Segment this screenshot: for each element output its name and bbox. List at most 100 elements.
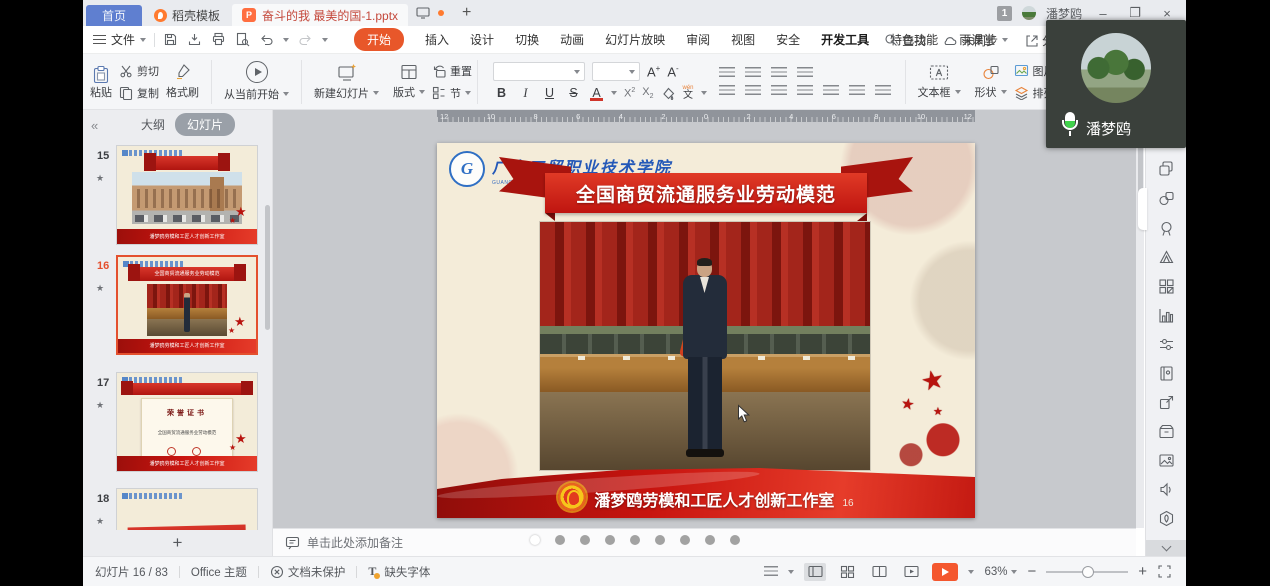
menu-insert[interactable]: 插入: [425, 31, 449, 48]
thumbnail-scrollbar[interactable]: [265, 205, 270, 330]
italic-button[interactable]: I: [517, 86, 534, 101]
thumbnail-slide-15[interactable]: 15 ★ 潘梦鸥劳模和工匠人才创新工作室 ★★: [83, 145, 272, 247]
save-icon[interactable]: [163, 32, 178, 47]
dot-active[interactable]: [530, 535, 540, 545]
thumbnail-slide-16[interactable]: 16 ★ 全国商贸流通服务业劳动模范 潘梦鸥劳模和: [83, 255, 272, 361]
slideshow-play-button[interactable]: [932, 563, 958, 581]
subscript-button[interactable]: X2: [642, 86, 653, 100]
text-direction-button[interactable]: [771, 67, 787, 78]
copy-button[interactable]: 复制: [119, 85, 159, 101]
strikethrough-button[interactable]: S: [565, 86, 582, 100]
slide-16[interactable]: G 广东工贸职业技术学院 GUANGDONG POLYTECHNIC OF IN…: [437, 143, 975, 518]
play-from-current-button[interactable]: 从当前开始: [217, 61, 296, 102]
bold-button[interactable]: B: [493, 86, 510, 100]
textbox-button[interactable]: 文本框: [911, 64, 968, 100]
theme-name[interactable]: Office 主题: [191, 564, 247, 580]
resource-box-icon[interactable]: [1158, 423, 1175, 440]
smart-beautify-icon[interactable]: [1158, 249, 1175, 266]
zoom-slider-knob[interactable]: [1082, 566, 1094, 578]
panel-handle[interactable]: [1138, 188, 1147, 230]
notes-toggle-button[interactable]: [764, 566, 778, 577]
user-avatar[interactable]: [1022, 6, 1036, 20]
clear-format-icon[interactable]: [661, 87, 676, 100]
layout-button[interactable]: 版式: [386, 63, 432, 100]
grid-icon[interactable]: [1158, 278, 1175, 295]
menu-home[interactable]: 开始: [354, 28, 404, 51]
settings-icon[interactable]: [1158, 336, 1175, 353]
zoom-slider[interactable]: [1046, 565, 1128, 579]
font-size-select[interactable]: [592, 62, 640, 81]
normal-view-button[interactable]: [804, 563, 826, 581]
copy-style-icon[interactable]: [1158, 160, 1175, 177]
align-center-button[interactable]: [745, 85, 761, 96]
print-preview-icon[interactable]: [235, 32, 250, 47]
collapse-chevron-icon[interactable]: [1146, 540, 1186, 556]
font-color-dropdown-icon[interactable]: [611, 91, 617, 95]
protection-status[interactable]: 文档未保护: [270, 564, 346, 580]
tab-slides[interactable]: 幻灯片: [175, 113, 235, 136]
align-left-button[interactable]: [719, 85, 735, 96]
cut-button[interactable]: 剪切: [119, 63, 159, 79]
increase-indent-button[interactable]: [745, 67, 761, 78]
screen-share-icon[interactable]: [416, 7, 430, 19]
paste-button[interactable]: 粘贴: [83, 65, 119, 99]
tab-document[interactable]: P 奋斗的我 最美的国-1.pptx: [232, 4, 408, 26]
missing-font-warning[interactable]: T 缺失字体: [368, 564, 430, 580]
print-icon[interactable]: [211, 32, 226, 47]
sound-icon[interactable]: [1158, 481, 1175, 498]
menu-security[interactable]: 安全: [776, 31, 800, 48]
file-menu[interactable]: 文件: [93, 31, 146, 48]
menu-design[interactable]: 设计: [470, 31, 494, 48]
tab-docer-templates[interactable]: 稻壳模板: [142, 5, 232, 26]
font-color-button[interactable]: A: [589, 86, 604, 100]
new-tab-button[interactable]: +: [462, 4, 471, 22]
menu-review[interactable]: 审阅: [686, 31, 710, 48]
find-button[interactable]: 查找: [884, 32, 926, 49]
redo-icon[interactable]: [298, 33, 313, 46]
close-button[interactable]: ×: [1156, 6, 1178, 21]
new-slide-button[interactable]: 新建幻灯片: [307, 63, 386, 101]
presenter-view-button[interactable]: [900, 563, 922, 581]
shapes-icon[interactable]: [1158, 190, 1175, 207]
album-icon[interactable]: [1158, 365, 1175, 382]
increase-font-button[interactable]: A+: [647, 64, 660, 79]
reset-button[interactable]: 重置: [432, 63, 472, 79]
doc-count-badge[interactable]: 1: [997, 6, 1012, 21]
menu-developer[interactable]: 开发工具: [821, 31, 869, 48]
leaf-icon[interactable]: [1158, 510, 1175, 527]
menu-animations[interactable]: 动画: [560, 31, 584, 48]
fit-screen-icon[interactable]: [1157, 564, 1172, 579]
decrease-indent-button[interactable]: [719, 67, 735, 78]
format-painter-button[interactable]: 格式刷: [159, 63, 206, 100]
distribute-button[interactable]: [823, 85, 839, 96]
zoom-level[interactable]: 63%: [984, 566, 1017, 578]
tab-home[interactable]: 首页: [86, 5, 142, 26]
add-slide-button[interactable]: +: [83, 530, 272, 556]
slide-sorter-view-button[interactable]: [836, 563, 858, 581]
share-icon[interactable]: [1158, 394, 1175, 411]
reading-view-button[interactable]: [868, 563, 890, 581]
slide-canvas[interactable]: 12108642024681012 G 广东工贸职业技术学院 GUANGDONG…: [273, 110, 1136, 528]
undo-dropdown-icon[interactable]: [283, 38, 289, 42]
line-spacing-button[interactable]: [875, 85, 891, 96]
align-text-button[interactable]: [797, 67, 813, 78]
collapse-panel-button[interactable]: «: [91, 118, 98, 133]
export-icon[interactable]: [187, 32, 202, 47]
restore-button[interactable]: ❐: [1124, 5, 1146, 21]
image-icon[interactable]: [1158, 452, 1175, 469]
menu-transitions[interactable]: 切换: [515, 31, 539, 48]
superscript-button[interactable]: X2: [624, 87, 635, 100]
chart-icon[interactable]: [1158, 307, 1175, 324]
minimize-button[interactable]: –: [1092, 6, 1114, 21]
menu-view[interactable]: 视图: [731, 31, 755, 48]
award-ceremony-photo[interactable]: [540, 222, 870, 470]
columns-button[interactable]: [849, 85, 865, 96]
more-dropdown-icon[interactable]: [322, 38, 328, 42]
undo-icon[interactable]: [259, 33, 274, 46]
font-name-select[interactable]: [493, 62, 585, 81]
justify-button[interactable]: [797, 85, 813, 96]
zoom-out-button[interactable]: −: [1027, 564, 1036, 579]
thumbnail-slide-18[interactable]: 18 ★ 二、创新工作室基本情况: [83, 488, 272, 530]
shapes-button[interactable]: 形状: [968, 64, 1014, 100]
menu-slideshow[interactable]: 幻灯片放映: [605, 31, 665, 48]
